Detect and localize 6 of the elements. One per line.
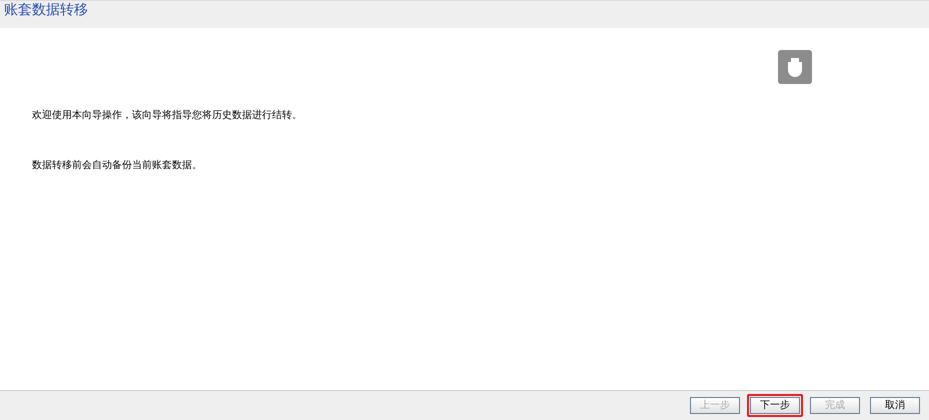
message-text: 欢迎使用本向导操作，该向导将指导您将历史数据进行结转。 xyxy=(32,110,303,122)
wizard-button[interactable]: 取消 xyxy=(867,394,923,417)
usb-drive-icon xyxy=(778,50,812,84)
window-title: 账套数据转移 xyxy=(4,1,88,19)
wizard-button[interactable]: 下一步 xyxy=(747,394,803,417)
message-text: 数据转移前会自动备份当前账套数据。 xyxy=(32,160,203,172)
